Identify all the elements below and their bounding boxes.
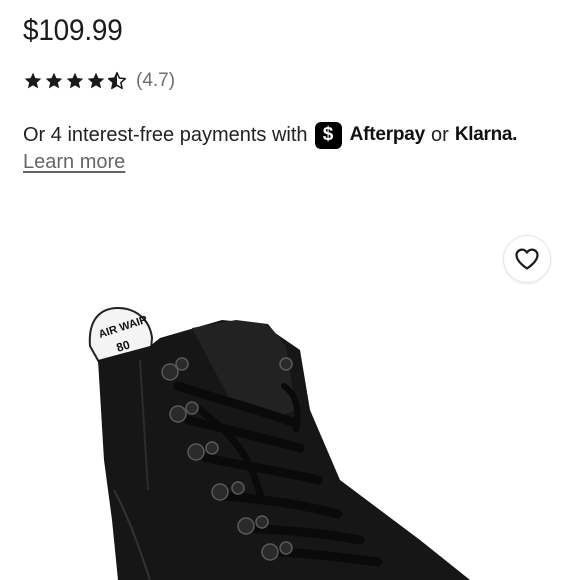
star-half-icon (107, 71, 127, 90)
installment-payment-info: Or 4 interest-free payments with $ After… (23, 119, 517, 151)
klarna-label: Klarna. (454, 124, 518, 145)
star-icon (87, 72, 105, 89)
rating-value: (4.7) (136, 70, 176, 91)
afterpay-logo-icon: $ (314, 121, 342, 149)
favorite-button[interactable] (504, 236, 550, 282)
star-icon (45, 72, 63, 89)
or-text: or (431, 123, 449, 146)
star-icon (24, 72, 42, 89)
product-image-boot[interactable]: AIR WAIR 80 (0, 290, 580, 580)
star-icon (66, 72, 84, 89)
learn-more-link[interactable]: Learn more (23, 151, 125, 174)
rating-stars (23, 71, 127, 91)
afterpay-label: Afterpay (349, 124, 426, 145)
product-price: $109.99 (23, 14, 123, 47)
installment-text: Or 4 interest-free payments with (23, 123, 308, 146)
product-rating[interactable]: (4.7) (23, 68, 175, 94)
heart-icon (515, 248, 539, 270)
